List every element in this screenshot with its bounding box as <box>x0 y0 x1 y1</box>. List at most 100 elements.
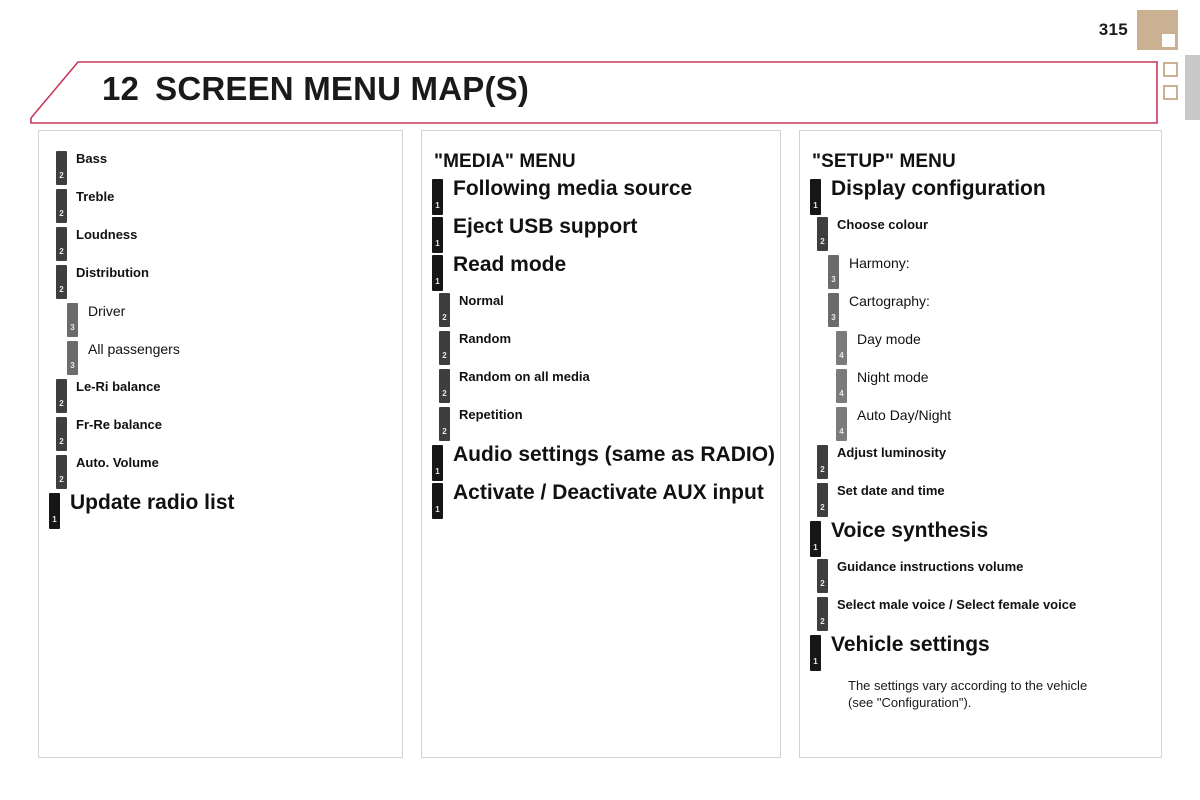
menu-entry-label: Set date and time <box>837 483 945 498</box>
menu-entry-label: Update radio list <box>70 491 235 514</box>
level-marker: 2 <box>56 189 67 223</box>
level-marker: 3 <box>828 293 839 327</box>
menu-entry[interactable]: 2 Select male voice / Select female voic… <box>817 597 1151 635</box>
level-marker: 1 <box>432 483 443 519</box>
menu-entry[interactable]: 1 Voice synthesis <box>810 519 1151 559</box>
menu-entry-label: Le-Ri balance <box>76 379 161 394</box>
level-marker: 1 <box>810 179 821 215</box>
corner-accent-block <box>1137 10 1178 50</box>
menu-entry[interactable]: 1 Eject USB support <box>432 215 770 255</box>
menu-entry[interactable]: 2 Auto. Volume <box>56 455 392 493</box>
menu-entry-label: Voice synthesis <box>831 519 989 542</box>
corner-outline-square-1 <box>1163 62 1178 77</box>
menu-entry[interactable]: 2 Distribution <box>56 265 392 303</box>
level-marker: 3 <box>67 303 78 337</box>
menu-entry[interactable]: 2 Fr-Re balance <box>56 417 392 455</box>
menu-entry-label: Random on all media <box>459 369 590 384</box>
menu-entry-label: Eject USB support <box>453 215 638 238</box>
menu-column-setup: "SETUP" MENU 1 Display configuration 2 C… <box>799 130 1162 758</box>
right-edge-strip <box>1185 55 1200 120</box>
level-marker: 3 <box>67 341 78 375</box>
corner-accent-notch <box>1162 34 1175 47</box>
menu-entry[interactable]: 2 Adjust luminosity <box>817 445 1151 483</box>
menu-entry-label: Choose colour <box>837 217 929 232</box>
level-marker: 2 <box>817 445 828 479</box>
level-marker: 4 <box>836 369 847 403</box>
menu-entry-label: Normal <box>459 293 504 308</box>
menu-entry-label: All passengers <box>88 341 180 357</box>
menu-entry-label: Audio settings (same as RADIO) <box>453 443 776 466</box>
level-marker: 2 <box>56 265 67 299</box>
menu-entry[interactable]: 2 Set date and time <box>817 483 1151 521</box>
menu-entry-label: Select male voice / Select female voice <box>837 597 1077 612</box>
column-title-2: "MEDIA" MENU <box>434 151 576 172</box>
level-marker: 2 <box>56 417 67 451</box>
menu-entry[interactable]: 1 Vehicle settings <box>810 633 1151 673</box>
menu-map-columns: 2 Bass 2 Treble 2 Loudness 2 Distributio… <box>38 130 1162 758</box>
menu-entry-label: Read mode <box>453 253 567 276</box>
menu-entry-label: Day mode <box>857 331 921 347</box>
menu-entry[interactable]: 1 Activate / Deactivate AUX input <box>432 481 770 521</box>
level-marker: 1 <box>810 521 821 557</box>
menu-entry-label: Activate / Deactivate AUX input <box>453 481 764 504</box>
level-marker: 4 <box>836 331 847 365</box>
menu-entry[interactable]: 2 Repetition <box>439 407 770 445</box>
menu-entry-label: Fr-Re balance <box>76 417 162 432</box>
level-marker: 1 <box>432 179 443 215</box>
menu-entry-label: Night mode <box>857 369 929 385</box>
level-marker: 1 <box>810 635 821 671</box>
menu-entry[interactable]: 3 Driver <box>67 303 392 341</box>
level-marker: 2 <box>439 407 450 441</box>
menu-entry-label: Cartography: <box>849 293 930 309</box>
menu-entry[interactable]: 2 Choose colour <box>817 217 1151 255</box>
level-marker: 1 <box>432 217 443 253</box>
vehicle-settings-note: The settings vary according to the vehic… <box>848 678 1088 711</box>
menu-entry[interactable]: 3 All passengers <box>67 341 392 379</box>
menu-entry-label: Harmony: <box>849 255 910 271</box>
menu-entry-label: Auto Day/Night <box>857 407 952 423</box>
menu-entry-label: Display configuration <box>831 177 1046 200</box>
menu-entry[interactable]: 4 Day mode <box>836 331 1151 369</box>
menu-column-media: "MEDIA" MENU 1 Following media source 1 … <box>421 130 781 758</box>
menu-entry[interactable]: 2 Random <box>439 331 770 369</box>
level-marker: 4 <box>836 407 847 441</box>
menu-entry[interactable]: 2 Loudness <box>56 227 392 265</box>
level-marker: 1 <box>432 255 443 291</box>
menu-entry[interactable]: 1 Read mode <box>432 253 770 293</box>
menu-entry[interactable]: 1 Display configuration <box>810 177 1151 217</box>
corner-outline-square-2 <box>1163 85 1178 100</box>
menu-entry[interactable]: 1 Following media source <box>432 177 770 217</box>
level-marker: 2 <box>56 227 67 261</box>
menu-entry-label: Random <box>459 331 511 346</box>
menu-entry-label: Auto. Volume <box>76 455 159 470</box>
menu-column-radio: 2 Bass 2 Treble 2 Loudness 2 Distributio… <box>38 130 403 758</box>
menu-entry-label: Following media source <box>453 177 693 200</box>
menu-entry-label: Driver <box>88 303 126 319</box>
menu-entry[interactable]: 4 Auto Day/Night <box>836 407 1151 445</box>
menu-entry[interactable]: 2 Guidance instructions volume <box>817 559 1151 597</box>
menu-entry[interactable]: 3 Cartography: <box>828 293 1151 331</box>
menu-entry[interactable]: 3 Harmony: <box>828 255 1151 293</box>
menu-entry[interactable]: 1 Update radio list <box>49 491 392 531</box>
level-marker: 2 <box>817 597 828 631</box>
menu-entry-label: Adjust luminosity <box>837 445 947 460</box>
level-marker: 2 <box>817 559 828 593</box>
level-marker: 2 <box>817 217 828 251</box>
menu-entry[interactable]: 2 Treble <box>56 189 392 227</box>
menu-entry[interactable]: 2 Normal <box>439 293 770 331</box>
menu-entry-label: Treble <box>76 189 115 204</box>
menu-entry[interactable]: 2 Le-Ri balance <box>56 379 392 417</box>
menu-entry[interactable]: 2 Random on all media <box>439 369 770 407</box>
menu-entry[interactable]: 1 Audio settings (same as RADIO) <box>432 443 775 483</box>
menu-entry-label: Loudness <box>76 227 138 242</box>
level-marker: 2 <box>56 379 67 413</box>
menu-entry-label: Vehicle settings <box>831 633 990 656</box>
menu-entry-label: Bass <box>76 151 108 166</box>
menu-entry-label: Repetition <box>459 407 523 422</box>
level-marker: 2 <box>56 151 67 185</box>
level-marker: 1 <box>432 445 443 481</box>
menu-entry-label: Guidance instructions volume <box>837 559 1024 574</box>
menu-entry[interactable]: 4 Night mode <box>836 369 1151 407</box>
level-marker: 2 <box>439 369 450 403</box>
menu-entry[interactable]: 2 Bass <box>56 151 392 189</box>
